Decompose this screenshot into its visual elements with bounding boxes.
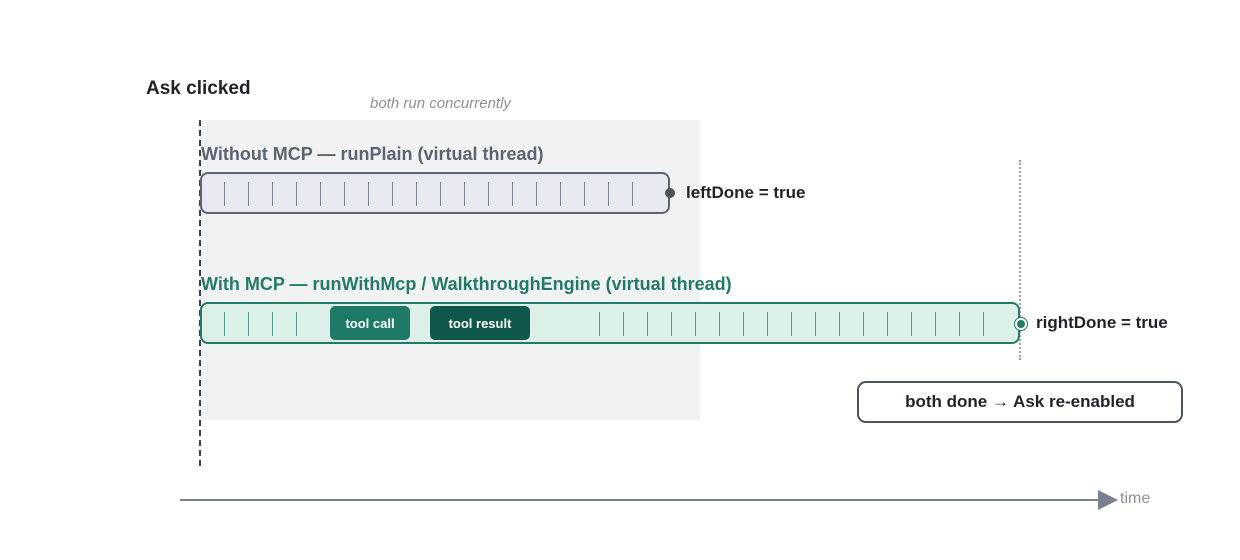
lane-tick [296,182,297,206]
lane-tick [767,312,768,336]
lane-tick [584,182,585,206]
lane-tick [719,312,720,336]
lane-tick [368,182,369,206]
lane-tick [248,182,249,206]
completion-box: both done → Ask re-enabled [857,381,1183,423]
lane-tick [647,312,648,336]
lane-tick [512,182,513,206]
lane-tick [224,182,225,206]
lane-tick [560,182,561,206]
left-done-label: leftDone = true [686,183,806,202]
mcp-lane-label: With MCP — runWithMcp / WalkthroughEngin… [201,274,732,294]
lane-tick [320,182,321,206]
lane-tick [632,182,633,206]
lane-tick [887,312,888,336]
mcp-lane-bar [200,302,1020,344]
lane-tick [224,312,225,336]
lane-tick [839,312,840,336]
plain-lane-end-dot [665,188,675,198]
lane-tick [272,312,273,336]
lane-tick [695,312,696,336]
time-axis-arrow-icon [1098,490,1118,510]
lane-tick [671,312,672,336]
concurrent-label: both run concurrently [370,95,511,112]
lane-tick [248,312,249,336]
lane-tick [599,312,600,336]
tool-call-chip: tool call [330,306,410,340]
mcp-lane-end-dot [1015,318,1027,330]
lane-tick [416,182,417,206]
time-axis-line [180,499,1100,501]
lane-tick [344,182,345,206]
lane-tick [815,312,816,336]
tool-result-chip: tool result [430,306,530,340]
lane-tick [392,182,393,206]
right-done-label: rightDone = true [1036,313,1168,332]
lane-tick [791,312,792,336]
plain-lane-label: Without MCP — runPlain (virtual thread) [201,144,544,164]
diagram-title: Ask clicked [146,78,251,99]
lane-tick [440,182,441,206]
time-axis-label: time [1120,490,1151,507]
lane-tick [935,312,936,336]
lane-tick [296,312,297,336]
lane-tick [488,182,489,206]
concurrent-region [200,120,700,420]
plain-lane-bar [200,172,670,214]
lane-tick [863,312,864,336]
lane-tick [536,182,537,206]
lane-tick [272,182,273,206]
lane-tick [464,182,465,206]
lane-tick [983,312,984,336]
lane-tick [623,312,624,336]
lane-tick [608,182,609,206]
lane-tick [911,312,912,336]
lane-tick [959,312,960,336]
lane-tick [743,312,744,336]
